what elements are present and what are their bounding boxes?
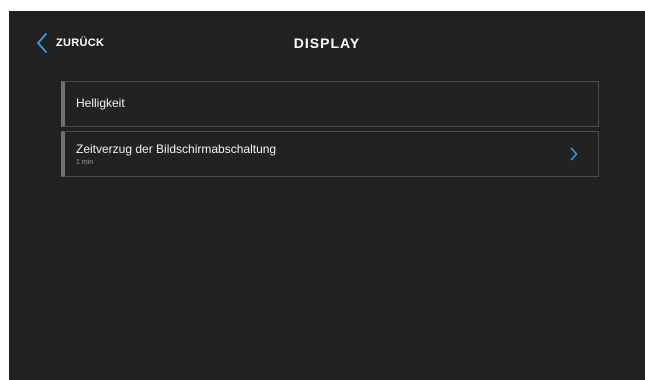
settings-list: Helligkeit Zeitverzug der Bildschirmabsc… (61, 81, 599, 181)
page-title: DISPLAY (293, 35, 361, 51)
setting-value-screen-timeout: 1 min (76, 159, 94, 166)
setting-label-screen-timeout: Zeitverzug der Bildschirmabschaltung (76, 142, 277, 156)
chevron-right-icon (570, 147, 578, 161)
display-settings-screen: ZURÜCK DISPLAY Helligkeit Zeitverzug der… (9, 11, 645, 380)
header-bar: ZURÜCK DISPLAY (9, 11, 645, 77)
setting-item-screen-timeout[interactable]: Zeitverzug der Bildschirmabschaltung 1 m… (61, 131, 599, 177)
setting-item-brightness[interactable]: Helligkeit (61, 81, 599, 127)
setting-label-brightness: Helligkeit (76, 96, 125, 110)
